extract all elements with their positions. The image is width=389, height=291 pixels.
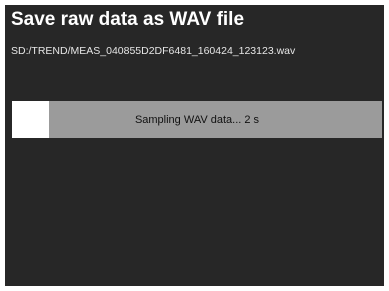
device-screen: Save raw data as WAV file SD:/TREND/MEAS… xyxy=(5,5,384,286)
progress-bar: Sampling WAV data... 2 s xyxy=(12,101,382,138)
progress-label: Sampling WAV data... 2 s xyxy=(134,113,260,126)
file-path: SD:/TREND/MEAS_040855D2DF6481_160424_123… xyxy=(11,45,296,57)
dialog-title: Save raw data as WAV file xyxy=(11,9,245,30)
